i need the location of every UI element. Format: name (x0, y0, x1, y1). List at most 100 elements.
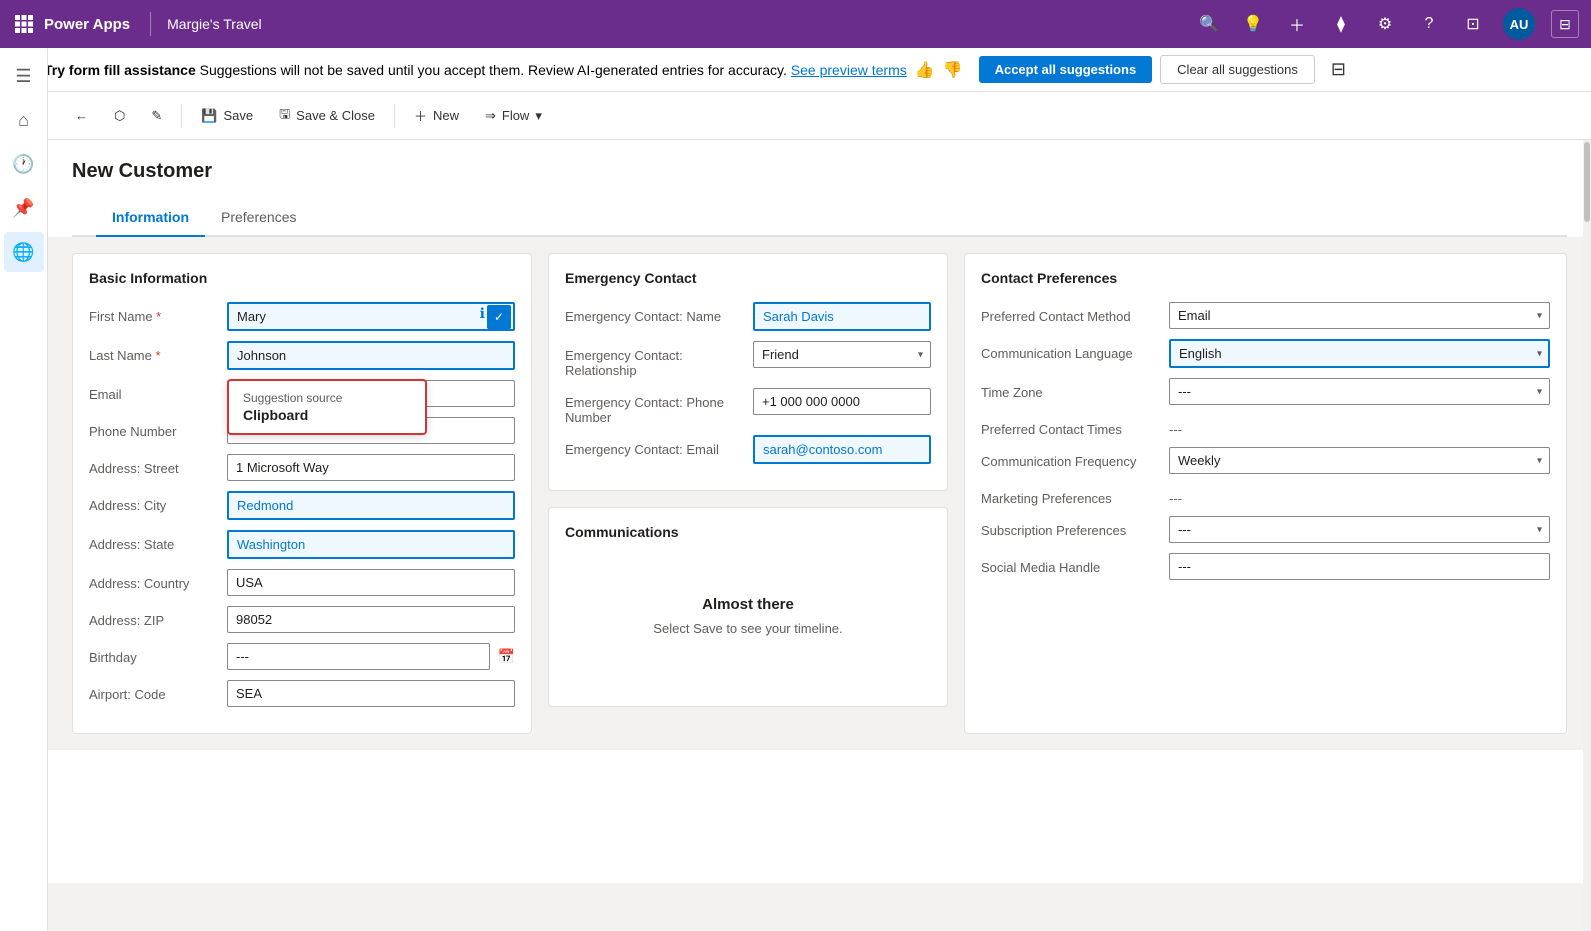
info-icon[interactable]: ℹ (480, 305, 485, 329)
pin-icon[interactable]: 📌 (4, 188, 44, 228)
country-row: Address: Country (89, 569, 515, 596)
toolbar-divider-1 (181, 104, 182, 128)
country-wrap (227, 569, 515, 596)
scrollbar-thumb[interactable] (1584, 142, 1590, 222)
plus-icon[interactable]: ＋ (1283, 10, 1311, 38)
street-label: Address: Street (89, 454, 219, 476)
home-icon[interactable]: ⌂ (4, 100, 44, 140)
menu-icon[interactable]: ☰ (4, 56, 44, 96)
popout-icon: ⬡ (114, 108, 125, 124)
airport-input[interactable] (227, 680, 515, 707)
preview-terms-link[interactable]: See preview terms (791, 62, 907, 78)
save-close-button[interactable]: 🖫 Save & Close (268, 98, 386, 134)
left-sidebar: ☰ ⌂ 🕐 📌 🌐 (0, 48, 48, 931)
airport-row: Airport: Code (89, 680, 515, 707)
ec-name-wrap (753, 302, 931, 331)
accept-checkmark-icon[interactable]: ✓ (487, 305, 511, 329)
thumbs-down-icon[interactable]: 👎 (943, 60, 963, 80)
ec-phone-input[interactable] (753, 388, 931, 415)
last-name-input[interactable] (227, 341, 515, 370)
new-icon: ＋ (414, 106, 427, 125)
street-row: Address: Street (89, 454, 515, 481)
first-name-label: First Name (89, 302, 219, 324)
street-wrap (227, 454, 515, 481)
comm-lang-wrap: EnglishSpanishFrench ▾ (1169, 339, 1550, 368)
almost-there-text: Select Save to see your timeline. (581, 621, 915, 636)
state-input[interactable] (227, 530, 515, 559)
accept-all-button[interactable]: Accept all suggestions (979, 56, 1153, 83)
scrollbar[interactable] (1583, 140, 1591, 931)
first-name-wrap: ℹ ✓ (227, 302, 515, 331)
waffle-icon[interactable] (12, 12, 36, 36)
tab-information[interactable]: Information (96, 199, 205, 237)
subscription-label: Subscription Preferences (981, 516, 1161, 538)
edit-button[interactable]: ✎ (140, 101, 173, 131)
new-button[interactable]: ＋ New (403, 99, 470, 132)
timezone-select[interactable]: --- (1169, 378, 1550, 405)
last-name-label: Last Name (89, 341, 219, 363)
basic-info-title: Basic Information (89, 270, 515, 286)
copilot-icon[interactable]: ⊡ (1459, 10, 1487, 38)
emergency-contact-section: Emergency Contact Emergency Contact: Nam… (548, 253, 948, 491)
avatar[interactable]: AU (1503, 8, 1535, 40)
first-name-row: First Name ℹ ✓ (89, 302, 515, 331)
panel-toggle-icon[interactable]: ⊟ (1331, 59, 1346, 80)
globe-icon[interactable]: 🌐 (4, 232, 44, 272)
flow-button[interactable]: ⇒ Flow ▾ (474, 101, 553, 131)
social-media-label: Social Media Handle (981, 553, 1161, 575)
middle-column: Emergency Contact Emergency Contact: Nam… (548, 253, 948, 734)
comm-freq-select[interactable]: WeeklyMonthlyDaily (1169, 447, 1550, 474)
contact-preferences-section: Contact Preferences Preferred Contact Me… (964, 253, 1567, 734)
save-close-icon: 🖫 (279, 105, 290, 127)
birthday-row: Birthday 📅 (89, 643, 515, 670)
side-panel-icon[interactable]: ⊟ (1551, 10, 1579, 38)
contact-method-select[interactable]: EmailPhoneMail (1169, 302, 1550, 329)
communications-section: Communications Almost there Select Save … (548, 507, 948, 707)
filter-icon[interactable]: ⧫ (1327, 10, 1355, 38)
clock-icon[interactable]: 🕐 (4, 144, 44, 184)
save-button[interactable]: 💾 Save (190, 101, 264, 131)
clear-all-button[interactable]: Clear all suggestions (1160, 55, 1315, 84)
settings-icon[interactable]: ⚙ (1371, 10, 1399, 38)
main-content: ← ⬡ ✎ 💾 Save 🖫 Save & Close ＋ New ⇒ Flow… (48, 92, 1591, 883)
ai-banner: Try form fill assistance Suggestions wil… (0, 48, 1591, 92)
contact-method-label: Preferred Contact Method (981, 302, 1161, 324)
thumbs-up-icon[interactable]: 👍 (915, 60, 935, 80)
country-input[interactable] (227, 569, 515, 596)
back-button[interactable]: ← (64, 101, 99, 130)
ec-name-input[interactable] (753, 302, 931, 331)
social-media-wrap (1169, 553, 1550, 580)
street-input[interactable] (227, 454, 515, 481)
flow-chevron-icon: ▾ (535, 108, 542, 124)
comm-lang-select[interactable]: EnglishSpanishFrench (1169, 339, 1550, 368)
nav-right: 🔍 💡 ＋ ⧫ ⚙ ? ⊡ AU ⊟ (1195, 8, 1579, 40)
search-icon[interactable]: 🔍 (1195, 10, 1223, 38)
ec-email-input[interactable] (753, 435, 931, 464)
zip-input[interactable] (227, 606, 515, 633)
airport-wrap (227, 680, 515, 707)
last-name-wrap: Suggestion source Clipboard (227, 341, 515, 370)
page-header: New Customer Information Preferences (48, 140, 1591, 237)
contact-prefs-title: Contact Preferences (981, 270, 1550, 286)
subscription-select[interactable]: --- (1169, 516, 1550, 543)
ec-email-row: Emergency Contact: Email (565, 435, 931, 464)
tab-preferences[interactable]: Preferences (205, 199, 312, 237)
social-media-input[interactable] (1169, 553, 1550, 580)
calendar-icon[interactable]: 📅 (498, 648, 515, 665)
popout-button[interactable]: ⬡ (103, 101, 136, 131)
help-icon[interactable]: ? (1415, 10, 1443, 38)
first-name-input[interactable] (227, 302, 515, 331)
contact-times-value: --- (1169, 415, 1182, 437)
ec-email-label: Emergency Contact: Email (565, 435, 745, 457)
state-wrap (227, 530, 515, 559)
lightbulb-icon[interactable]: 💡 (1239, 10, 1267, 38)
birthday-input[interactable] (227, 643, 490, 670)
city-input[interactable] (227, 491, 515, 520)
ec-rel-row: Emergency Contact: Relationship FriendFa… (565, 341, 931, 378)
city-wrap (227, 491, 515, 520)
ec-rel-label: Emergency Contact: Relationship (565, 341, 745, 378)
edit-icon: ✎ (151, 108, 162, 124)
nav-divider (150, 12, 151, 36)
ec-relationship-select[interactable]: FriendFamilyOther (753, 341, 931, 368)
marketing-label: Marketing Preferences (981, 484, 1161, 506)
